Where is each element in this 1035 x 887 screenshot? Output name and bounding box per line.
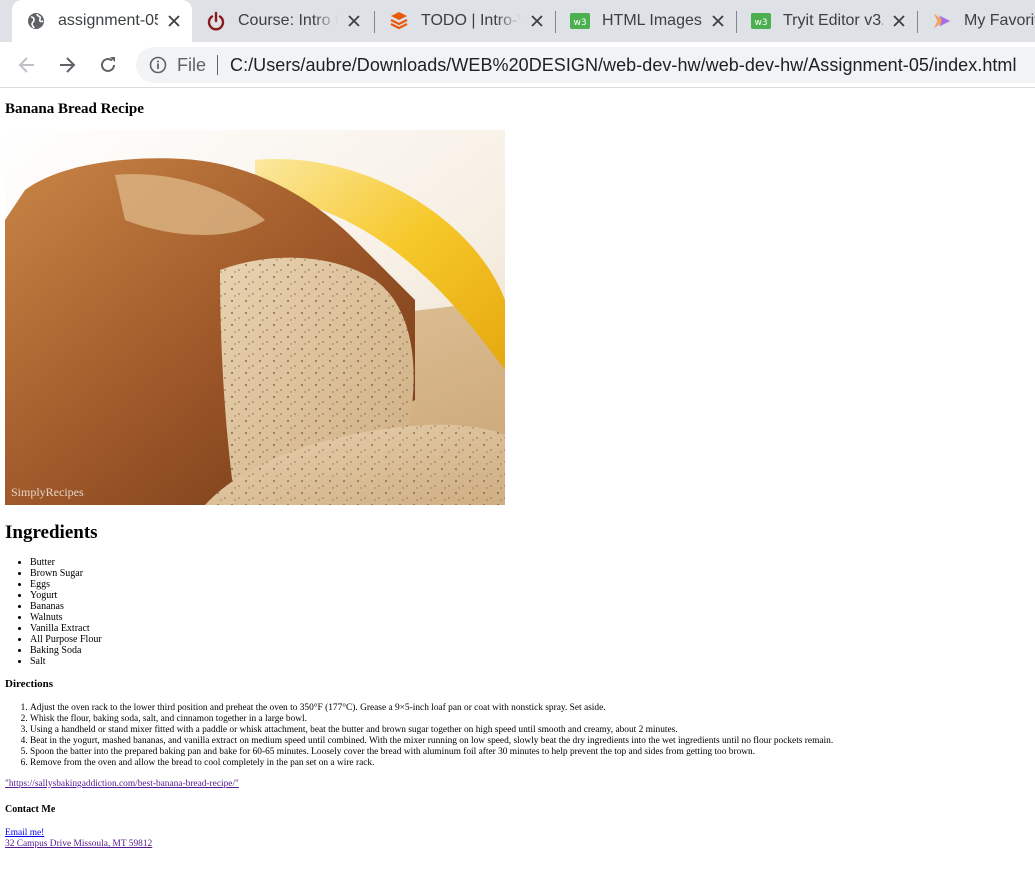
list-item: Bananas <box>30 601 102 612</box>
list-item: Baking Soda <box>30 645 102 656</box>
tab-assignment-05[interactable]: assignment-05 <box>12 0 192 42</box>
list-item: Vanilla Extract <box>30 623 102 634</box>
list-item: Whisk the flour, baking soda, salt, and … <box>30 714 833 725</box>
ingredients-heading: Ingredients <box>5 522 98 543</box>
close-icon[interactable] <box>166 13 182 29</box>
watermark-text: SimplyRecipes <box>11 485 84 499</box>
list-item: Brown Sugar <box>30 568 102 579</box>
bookmark-icon <box>932 11 952 31</box>
address-scheme: File <box>177 54 207 75</box>
w3schools-icon: w3 <box>751 11 771 31</box>
list-item: Butter <box>30 557 102 568</box>
recipe-source-link[interactable]: "https://sallysbakingaddiction.com/best-… <box>5 779 239 789</box>
list-item: Beat in the yogurt, mashed bananas, and … <box>30 736 833 747</box>
w3schools-icon: w3 <box>570 11 590 31</box>
power-icon <box>206 11 226 31</box>
arrow-right-icon <box>60 57 76 73</box>
browser-toolbar: File C:/Users/aubre/Downloads/WEB%20DESI… <box>0 42 1035 88</box>
tab-todo-intro[interactable]: TODO | Intro-W <box>375 0 555 42</box>
directions-heading: Directions <box>5 678 54 690</box>
list-item: Using a handheld or stand mixer fitted w… <box>30 725 833 736</box>
contact-heading: Contact Me <box>5 804 56 815</box>
email-link[interactable]: Email me! <box>5 828 44 838</box>
close-icon[interactable] <box>710 13 726 29</box>
address-url: C:/Users/aubre/Downloads/WEB%20DESIGN/we… <box>230 54 1017 75</box>
reload-button[interactable] <box>96 53 120 77</box>
ingredients-list: Butter Brown Sugar Eggs Yogurt Bananas W… <box>5 557 102 667</box>
close-icon[interactable] <box>346 13 362 29</box>
back-button[interactable] <box>15 53 39 77</box>
tab-title: Tryit Editor v3.6 <box>783 12 883 29</box>
list-item: Walnuts <box>30 612 102 623</box>
arrow-left-icon <box>18 57 34 73</box>
tab-my-favorite[interactable]: My Favorite <box>918 0 1035 42</box>
tab-title: HTML Images <box>602 12 702 29</box>
list-item: Remove from the oven and allow the bread… <box>30 758 833 769</box>
tab-html-images[interactable]: w3 HTML Images <box>556 0 736 42</box>
stack-icon <box>389 11 409 31</box>
list-item: Yogurt <box>30 590 102 601</box>
reload-icon <box>101 57 115 72</box>
address-link[interactable]: 32 Campus Drive Missoula, MT 59812 <box>5 839 152 849</box>
forward-button[interactable] <box>55 53 79 77</box>
globe-icon <box>26 11 46 31</box>
tab-strip: assignment-05 Course: Intro to TODO | In… <box>0 0 1035 42</box>
list-item: Eggs <box>30 579 102 590</box>
list-item: Adjust the oven rack to the lower third … <box>30 703 833 714</box>
tab-tryit-editor[interactable]: w3 Tryit Editor v3.6 <box>737 0 917 42</box>
list-item: Salt <box>30 656 102 667</box>
list-item: All Purpose Flour <box>30 634 102 645</box>
tab-title: assignment-05 <box>58 12 158 29</box>
svg-text:w3: w3 <box>754 18 767 28</box>
tab-title: Course: Intro to <box>238 12 338 29</box>
tab-title: TODO | Intro-W <box>421 12 521 29</box>
svg-text:w3: w3 <box>573 18 586 28</box>
address-bar[interactable]: File C:/Users/aubre/Downloads/WEB%20DESI… <box>136 47 1035 83</box>
page-title: Banana Bread Recipe <box>5 101 144 117</box>
info-icon[interactable] <box>148 55 168 75</box>
tab-title: My Favorite <box>964 12 1035 29</box>
close-icon[interactable] <box>529 13 545 29</box>
banana-bread-image: SimplyRecipes <box>5 130 505 505</box>
directions-list: Adjust the oven rack to the lower third … <box>5 703 833 769</box>
close-icon[interactable] <box>891 13 907 29</box>
address-divider <box>217 55 219 75</box>
list-item: Spoon the batter into the prepared bakin… <box>30 747 833 758</box>
tab-course-intro[interactable]: Course: Intro to <box>192 0 372 42</box>
